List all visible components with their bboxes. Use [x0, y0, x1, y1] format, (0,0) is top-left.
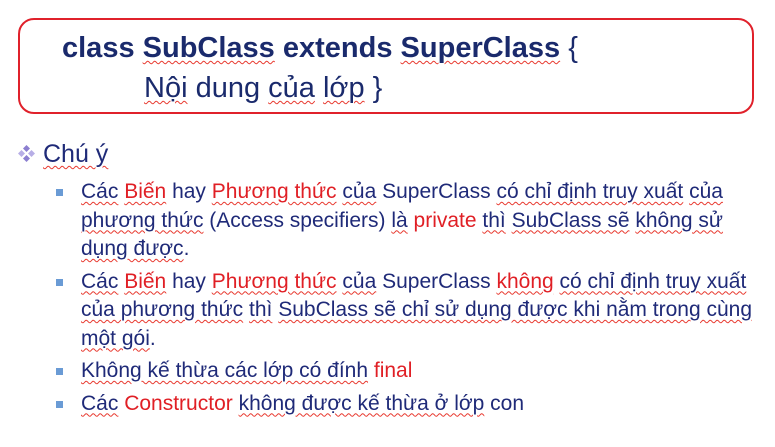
bullet-text-segment: SubClass sẽ: [511, 208, 630, 232]
square-bullet-icon: [56, 278, 63, 286]
square-bullet-icon: [56, 189, 63, 196]
bullet-text-segment: (Access specifiers): [203, 208, 392, 232]
bullet-text-segment: final: [373, 359, 413, 382]
subclass-name: SubClass: [142, 32, 275, 64]
superclass-name: SuperClass: [400, 32, 561, 64]
keyword-extends: extends: [282, 32, 393, 64]
bullet-item: Các Biến hay Phương thức của SuperClass …: [54, 178, 754, 264]
bullet-text-segment: Biến: [124, 180, 167, 203]
body-word-4: [315, 72, 323, 104]
body-word-2: dung: [187, 72, 269, 104]
bullet-text-segment: Các: [81, 269, 119, 293]
body-word-1: Nội: [144, 72, 188, 104]
note-bullet-list: Các Biến hay Phương thức của SuperClass …: [54, 178, 754, 422]
bullet-text-segment: của: [342, 180, 377, 203]
bullet-text-segment: Phương thức: [211, 269, 337, 293]
bullet-text-segment: Các: [81, 180, 119, 203]
code-line-class-body: Nội dung của lớp }: [144, 72, 382, 105]
bullet-text-segment: có chỉ định truy xuất: [496, 180, 684, 203]
bullet-text-segment: SuperClass: [376, 180, 497, 203]
bullet-text-segment: Không kế thừa các lớp có đính: [81, 359, 369, 382]
bullet-text-segment: Các: [81, 391, 119, 415]
bullet-text-segment: của: [342, 269, 377, 293]
body-close-brace: }: [364, 72, 383, 104]
bullet-item: Các Constructor không được kế thừa ở lớp…: [54, 390, 754, 419]
bullet-text-segment: con: [484, 391, 525, 415]
bullet-text-segment: .: [183, 237, 190, 260]
bullet-text-segment: Phương thức: [211, 180, 337, 203]
square-bullet-icon: [56, 368, 63, 375]
open-brace: {: [568, 32, 578, 64]
code-line-class-declaration: class SubClass extends SuperClass {: [62, 32, 578, 65]
bullet-text-segment: Biến: [124, 269, 167, 293]
note-heading: Chú ý: [18, 140, 108, 169]
bullet-text-segment: Constructor: [124, 391, 233, 415]
body-word-5: lớp: [322, 72, 365, 104]
bullet-text-segment: SuperClass: [376, 269, 497, 293]
bullet-text-segment: hay: [166, 269, 212, 293]
keyword-class: class: [62, 32, 135, 64]
bullet-text-segment: thì: [249, 298, 273, 321]
body-word-3: của: [268, 72, 315, 104]
square-bullet-icon: [56, 400, 63, 408]
four-diamond-bullet-icon: [18, 144, 35, 162]
bullet-text-segment: không: [496, 269, 554, 293]
bullet-text-segment: .: [149, 326, 156, 350]
bullet-text-segment: hay: [166, 180, 212, 203]
bullet-item: Các Biến hay Phương thức của SuperClass …: [54, 268, 754, 354]
bullet-item: Không kế thừa các lớp có đính final: [54, 357, 754, 386]
bullet-text-segment: không được kế thừa ở lớp: [238, 391, 485, 415]
note-heading-label: Chú ý: [43, 140, 109, 168]
bullet-text-segment: private: [413, 208, 477, 232]
bullet-text-segment: thì: [482, 208, 506, 232]
bullet-text-segment: là: [391, 208, 408, 232]
code-syntax-box: class SubClass extends SuperClass { Nội …: [18, 18, 754, 114]
